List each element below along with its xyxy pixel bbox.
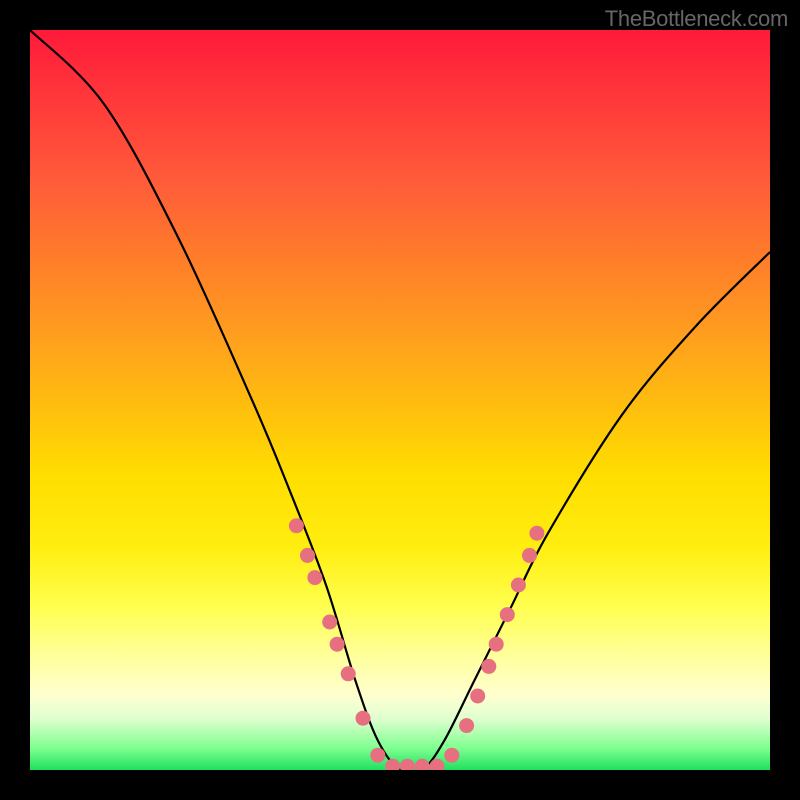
data-point <box>470 689 485 704</box>
data-point <box>511 578 526 593</box>
data-point <box>370 748 385 763</box>
data-point <box>289 518 304 533</box>
data-point <box>459 718 474 733</box>
data-point <box>522 548 537 563</box>
bottleneck-chart <box>30 30 770 770</box>
data-point <box>300 548 315 563</box>
curve-right-branch <box>400 252 770 770</box>
data-point <box>529 526 544 541</box>
data-point <box>330 637 345 652</box>
data-point <box>481 659 496 674</box>
data-point <box>500 607 515 622</box>
watermark-text: TheBottleneck.com <box>605 6 788 32</box>
data-point <box>341 666 356 681</box>
data-point <box>400 759 415 770</box>
data-point <box>385 759 400 770</box>
data-point-markers <box>289 518 545 770</box>
data-point <box>444 748 459 763</box>
data-point <box>356 711 371 726</box>
data-point <box>489 637 504 652</box>
data-point <box>415 759 430 770</box>
data-point <box>322 615 337 630</box>
curve-left-branch <box>30 30 422 770</box>
data-point <box>307 570 322 585</box>
